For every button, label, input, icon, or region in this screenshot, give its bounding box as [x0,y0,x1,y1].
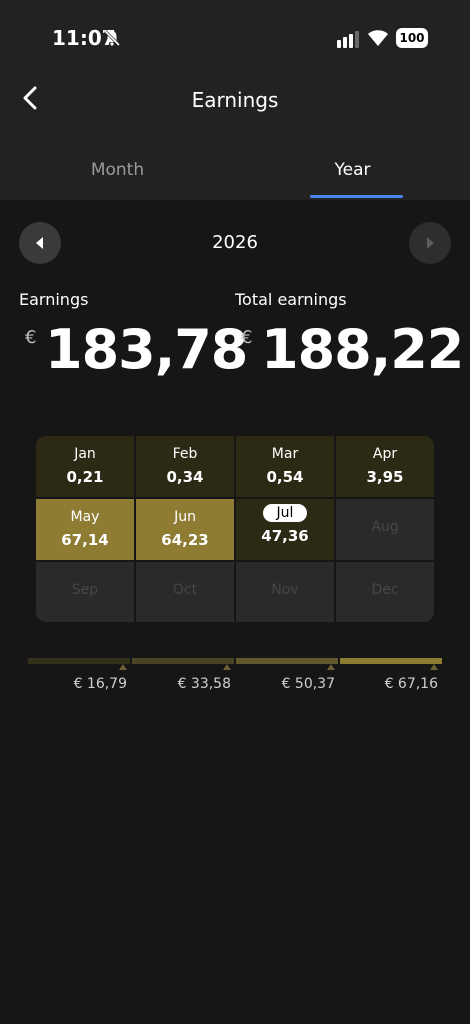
header: Earnings Month Year [0,72,470,200]
month-cell-feb[interactable]: Feb 0,34 [136,436,234,497]
month-label: Apr [372,446,398,462]
wifi-icon [368,30,388,46]
month-cell-jan[interactable]: Jan 0,21 [36,436,134,497]
legend-tick [430,664,438,670]
tab-active-indicator [310,195,403,198]
month-cell-dec: Dec [336,562,434,622]
month-label: May [70,509,100,525]
month-label: Jun [174,509,196,525]
month-cell-jul-selected[interactable]: Jul 47,36 [236,499,334,560]
earnings-label: Earnings [19,290,89,309]
signal-icon [337,31,359,48]
selected-month-pill: Jul [262,504,308,522]
status-bar: 11:07 100 [0,0,470,72]
month-value: 0,21 [66,468,104,486]
legend-label: € 67,16 [384,676,438,692]
month-value: 67,14 [61,531,109,549]
earnings-currency: € [25,327,37,348]
month-cell-oct: Oct [136,562,234,622]
legend-tick [119,664,127,670]
legend-bar-1 [28,658,130,664]
legend-bar-4 [340,658,442,664]
bell-muted-icon [103,29,121,47]
tab-year[interactable]: Year [235,160,470,180]
total-earnings-currency: € [241,327,253,348]
total-earnings-value: 188,22 [261,318,464,381]
month-label: Feb [172,446,198,462]
month-cell-nov: Nov [236,562,334,622]
legend-tick [223,664,231,670]
month-cell-aug: Aug [336,499,434,560]
month-cell-mar[interactable]: Mar 0,54 [236,436,334,497]
tab-month[interactable]: Month [0,160,235,180]
year-label: 2026 [212,232,258,253]
month-value: 3,95 [366,468,404,486]
total-earnings-label: Total earnings [235,290,347,309]
month-cell-may[interactable]: May 67,14 [36,499,134,560]
caret-right-icon [427,237,434,249]
month-label: Dec [371,582,399,598]
month-value: 64,23 [161,531,209,549]
month-label: Nov [271,582,299,598]
legend-label: € 33,58 [177,676,231,692]
legend-tick [327,664,335,670]
month-label: Mar [271,446,299,462]
page-title: Earnings [191,88,279,112]
month-cell-jun[interactable]: Jun 64,23 [136,499,234,560]
legend-bar-3 [236,658,338,664]
legend-label: € 16,79 [73,676,127,692]
month-value: 0,54 [266,468,304,486]
month-cell-sep: Sep [36,562,134,622]
month-value: 47,36 [261,527,309,545]
battery-indicator: 100 [396,28,428,48]
legend-bar-2 [132,658,234,664]
month-label: Aug [371,519,399,535]
month-label: Sep [71,582,99,598]
month-label: Jan [74,446,96,462]
month-grid: Jan 0,21 Feb 0,34 Mar 0,54 Apr 3,95 May … [36,436,434,622]
month-value: 0,34 [166,468,204,486]
month-cell-apr[interactable]: Apr 3,95 [336,436,434,497]
earnings-value: 183,78 [45,318,248,381]
legend-label: € 50,37 [281,676,335,692]
month-label: Oct [172,582,198,598]
next-year-button[interactable] [409,222,451,264]
